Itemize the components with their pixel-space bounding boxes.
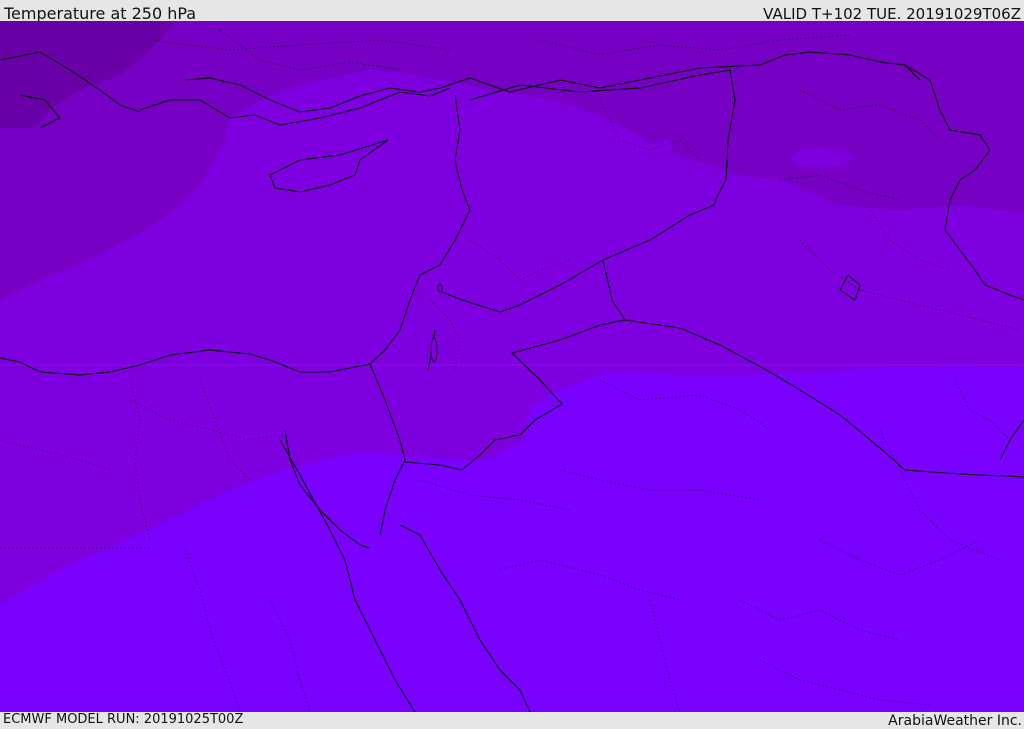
- credit-label: ArabiaWeather Inc.: [888, 713, 1022, 729]
- map-canvas: [0, 21, 1024, 712]
- header-bar: Temperature at 250 hPa VALID T+102 TUE. …: [0, 0, 1024, 23]
- sea-of-galilee: [437, 283, 443, 293]
- model-run-label: ECMWF MODEL RUN: 20191025T00Z: [3, 712, 244, 727]
- dead-sea: [430, 337, 438, 363]
- warm-patch: [792, 148, 852, 168]
- temperature-map[interactable]: [0, 21, 1024, 712]
- footer-bar: ECMWF MODEL RUN: 20191025T00Z ArabiaWeat…: [0, 712, 1024, 729]
